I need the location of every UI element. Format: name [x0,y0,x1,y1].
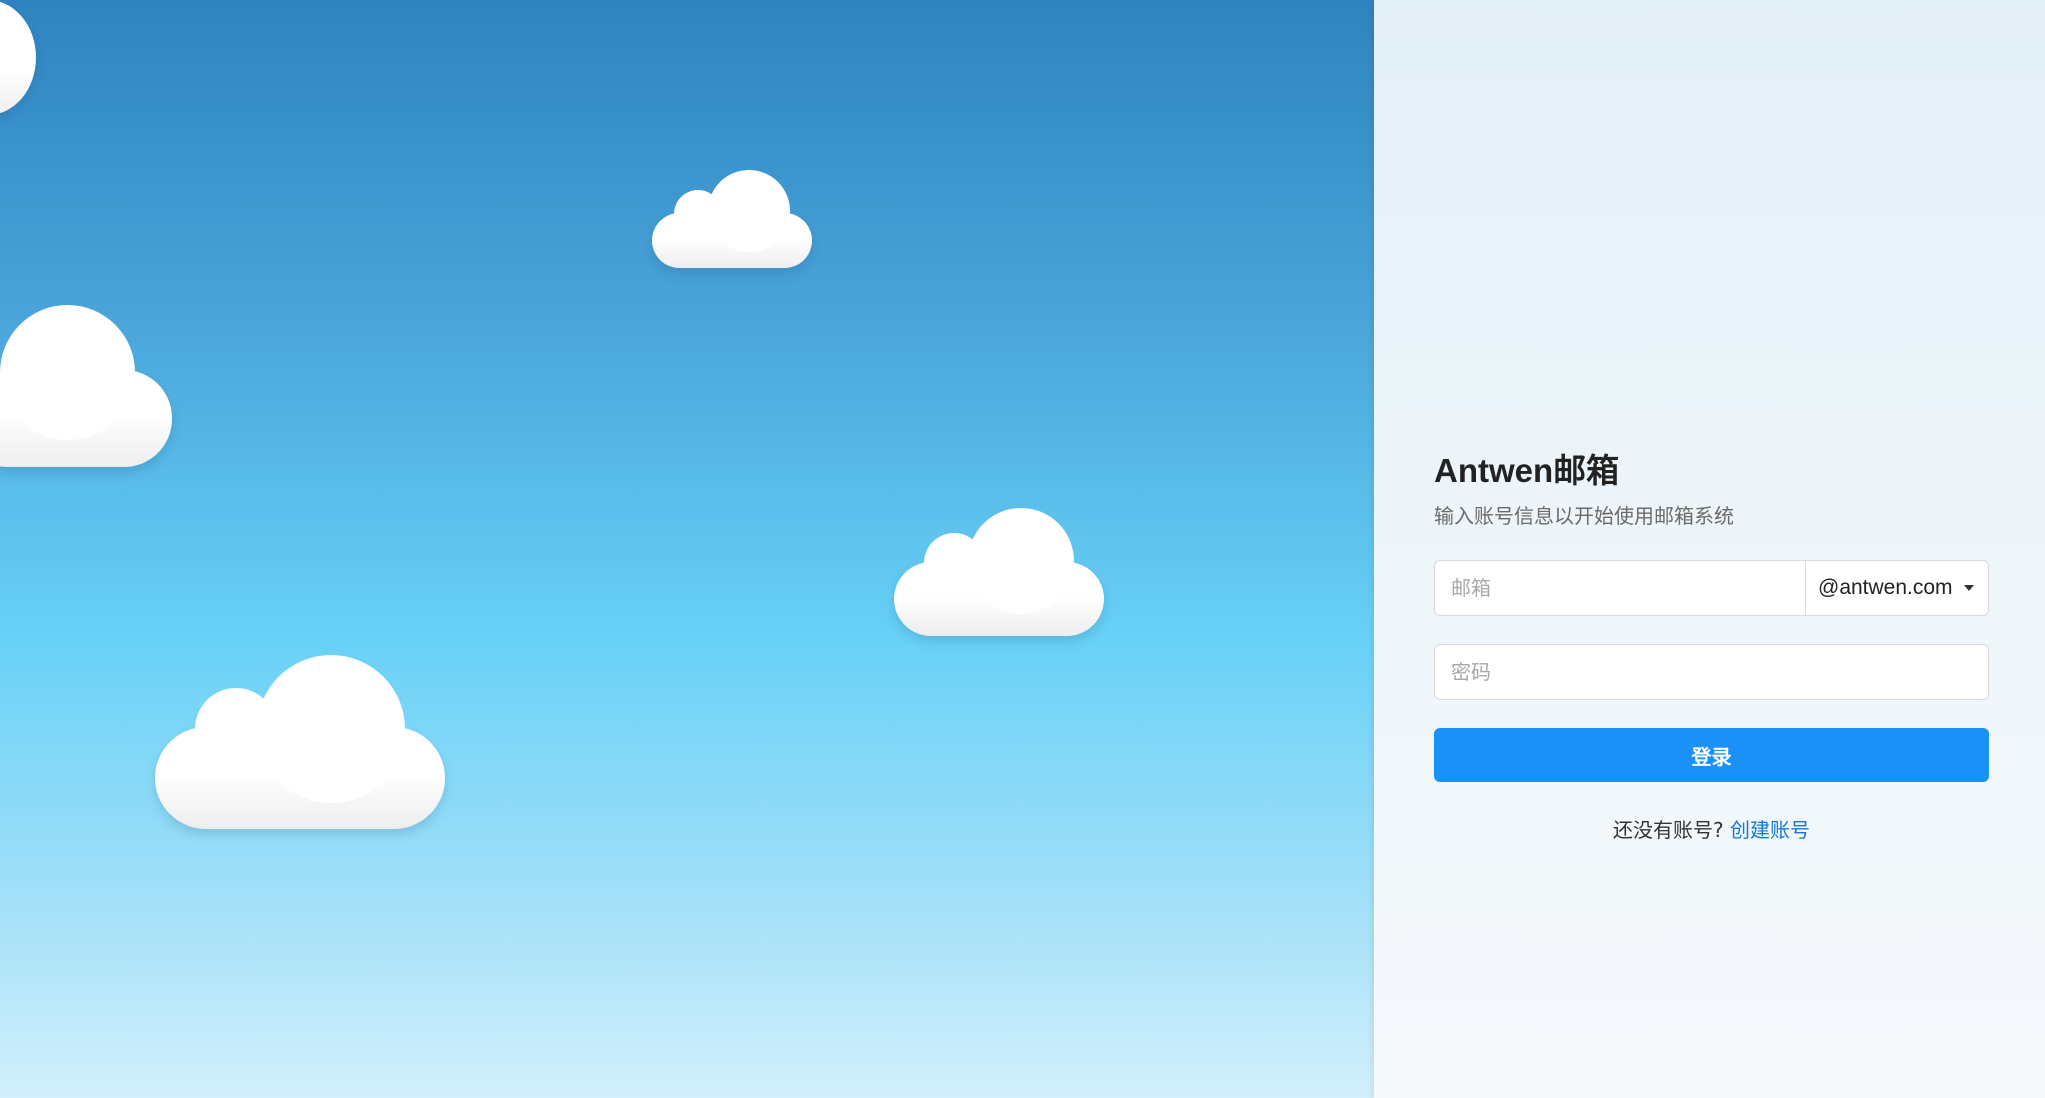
domain-select[interactable]: @antwen.com [1805,561,1988,615]
email-input[interactable] [1435,561,1805,615]
signup-prompt-text: 还没有账号? [1613,818,1724,842]
cloud-icon [155,655,445,830]
login-button[interactable]: 登录 [1434,728,1989,782]
page-subtitle: 输入账号信息以开始使用邮箱系统 [1434,504,1734,528]
page-title: Antwen邮箱 [1434,452,1620,489]
create-account-link[interactable]: 创建账号 [1730,818,1810,842]
cloud-icon [0,0,40,120]
password-field-group [1434,644,1989,700]
email-field-group: @antwen.com [1434,560,1989,616]
login-page: Antwen邮箱 输入账号信息以开始使用邮箱系统 @antwen.com 登录 … [0,0,2045,1098]
login-panel: Antwen邮箱 输入账号信息以开始使用邮箱系统 @antwen.com 登录 … [1374,0,2045,1098]
domain-select-value: @antwen.com [1818,576,1953,599]
signup-prompt-line: 还没有账号? 创建账号 [1434,814,1989,843]
sky-background [0,0,1374,1098]
cloud-icon [894,508,1104,636]
cloud-icon [0,305,172,467]
login-form: Antwen邮箱 输入账号信息以开始使用邮箱系统 @antwen.com 登录 … [1434,448,1989,843]
cloud-icon [652,170,812,270]
password-input[interactable] [1435,645,1988,699]
caret-down-icon [1964,585,1974,591]
